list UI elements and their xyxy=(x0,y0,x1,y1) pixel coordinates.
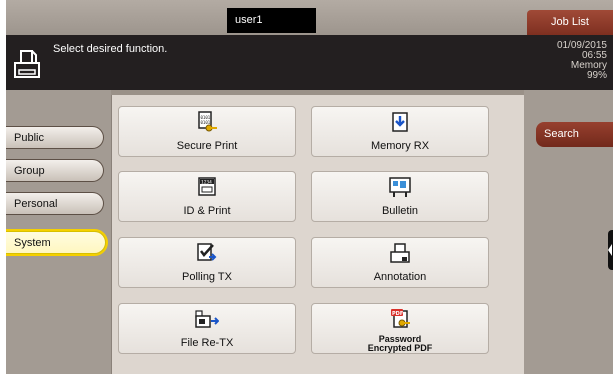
memory-rx-label: Memory RX xyxy=(370,140,430,152)
bulletin-label: Bulletin xyxy=(381,205,419,217)
job-list-button[interactable]: Job List xyxy=(527,10,613,35)
function-grid: 0101 0101 Secure Print Memory RX 1234 ID… xyxy=(111,95,524,374)
tab-system[interactable]: System xyxy=(6,231,106,254)
id-print-icon: 1234 xyxy=(198,177,216,196)
secure-print-label: Secure Print xyxy=(176,140,238,152)
secure-print-icon: 0101 0101 xyxy=(198,111,217,132)
secure-print-button[interactable]: 0101 0101 Secure Print xyxy=(118,106,296,157)
annotation-button[interactable]: Annotation xyxy=(311,237,489,288)
file-re-tx-button[interactable]: File Re-TX xyxy=(118,303,296,354)
annotation-icon xyxy=(390,243,410,263)
password-encrypted-pdf-label: Password Encrypted PDF xyxy=(312,335,488,353)
id-print-button[interactable]: 1234 ID & Print xyxy=(118,171,296,222)
memory-value: 99% xyxy=(586,70,607,81)
top-bar: user1 Job List xyxy=(6,0,613,35)
device-screen: user1 Job List Select desired function. … xyxy=(6,0,613,374)
polling-tx-icon xyxy=(197,243,217,261)
bulletin-icon xyxy=(389,177,411,197)
search-button[interactable]: Search xyxy=(536,122,613,147)
id-print-label: ID & Print xyxy=(183,205,231,217)
tab-public[interactable]: Public xyxy=(6,126,104,149)
status-message: Select desired function. xyxy=(53,43,168,55)
memory-rx-icon xyxy=(392,112,408,132)
printer-icon xyxy=(14,50,40,78)
message-bar: Select desired function. 01/09/2015 06:5… xyxy=(6,35,613,90)
svg-text:PDF: PDF xyxy=(392,311,403,317)
tab-group[interactable]: Group xyxy=(6,159,104,182)
pdf-label-line2: Encrypted PDF xyxy=(367,343,433,353)
polling-tx-label: Polling TX xyxy=(182,271,232,283)
left-tab-panel: Public Group Personal System xyxy=(6,90,111,374)
tab-personal[interactable]: Personal xyxy=(6,192,104,215)
password-pdf-icon: PDF xyxy=(391,309,410,328)
right-panel: Search xyxy=(524,90,613,374)
svg-text:1234: 1234 xyxy=(201,179,212,185)
polling-tx-button[interactable]: Polling TX xyxy=(118,237,296,288)
device-status: 01/09/2015 06:55 Memory 99% xyxy=(557,41,607,81)
file-re-tx-icon xyxy=(195,310,219,328)
svg-text:0101: 0101 xyxy=(201,120,211,125)
file-re-tx-label: File Re-TX xyxy=(180,337,234,349)
user-name: user1 xyxy=(227,8,316,33)
memory-rx-button[interactable]: Memory RX xyxy=(311,106,489,157)
bulletin-button[interactable]: Bulletin xyxy=(311,171,489,222)
password-encrypted-pdf-button[interactable]: PDF Password Encrypted PDF xyxy=(311,303,489,354)
annotation-label: Annotation xyxy=(373,271,427,283)
panel-expand-handle[interactable] xyxy=(608,230,613,270)
